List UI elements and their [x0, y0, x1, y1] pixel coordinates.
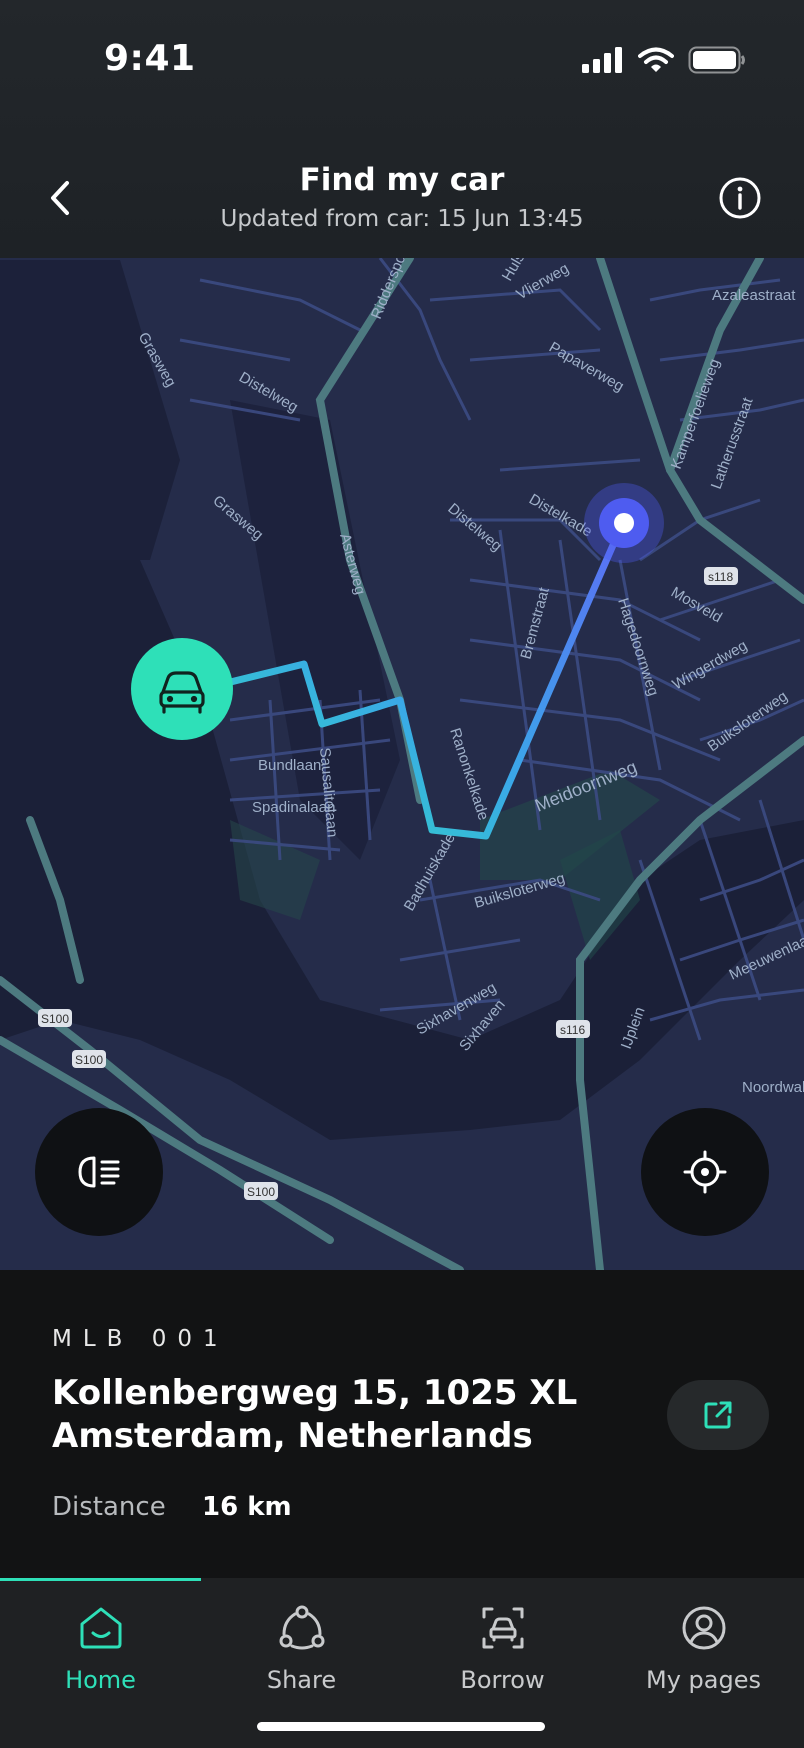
headlights-button[interactable]	[35, 1108, 163, 1236]
tab-my-pages[interactable]: My pages	[603, 1600, 804, 1710]
tab-share[interactable]: Share	[201, 1600, 402, 1710]
tab-home[interactable]: Home	[0, 1600, 201, 1710]
page-title: Find my car	[299, 162, 505, 198]
tab-my-pages-label: My pages	[646, 1666, 761, 1694]
address-line-1: Kollenbergweg 15, 1025 XL	[52, 1373, 578, 1413]
home-indicator[interactable]	[257, 1722, 545, 1731]
car-marker[interactable]	[131, 638, 233, 740]
address-line-2: Amsterdam, Netherlands	[52, 1416, 533, 1456]
distance-value: 16 km	[202, 1492, 292, 1522]
active-tab-indicator	[0, 1578, 201, 1581]
headlights-icon	[78, 1156, 120, 1188]
svg-text:s118: s118	[708, 570, 733, 584]
info-icon	[719, 177, 761, 219]
open-external-maps-button[interactable]	[667, 1380, 769, 1450]
header-bar: 9:41 Find my car Updated from car: 15 Ju…	[0, 0, 804, 258]
crosshair-icon	[683, 1150, 727, 1194]
user-location-marker	[584, 483, 664, 563]
share-icon	[279, 1605, 324, 1650]
info-button[interactable]	[712, 170, 768, 226]
svg-text:Bundlaan: Bundlaan	[258, 757, 321, 774]
distance-label: Distance	[52, 1492, 166, 1522]
user-icon	[682, 1606, 725, 1650]
tab-share-label: Share	[266, 1666, 337, 1694]
external-link-icon	[704, 1401, 732, 1429]
tab-home-label: Home	[65, 1666, 136, 1694]
svg-text:S100: S100	[75, 1053, 103, 1067]
car-location-panel: MLB 001 Kollenbergweg 15, 1025 XL Amster…	[0, 1270, 804, 1578]
tab-borrow[interactable]: Borrow	[402, 1600, 603, 1710]
svg-text:Noordwal: Noordwal	[742, 1079, 804, 1096]
recenter-location-button[interactable]	[641, 1108, 769, 1236]
svg-text:s116: s116	[560, 1023, 585, 1037]
car-address: Kollenbergweg 15, 1025 XL Amsterdam, Net…	[52, 1372, 612, 1458]
page-subtitle: Updated from car: 15 Jun 13:45	[220, 206, 584, 232]
license-plate: MLB 001	[52, 1326, 229, 1352]
status-time: 9:41	[104, 38, 196, 79]
home-icon	[80, 1607, 121, 1649]
cellular-signal-icon	[582, 47, 622, 73]
wifi-icon	[638, 47, 674, 72]
svg-text:Azaleastraat: Azaleastraat	[712, 287, 796, 304]
svg-text:S100: S100	[41, 1012, 69, 1026]
borrow-car-icon	[482, 1607, 523, 1649]
battery-icon	[688, 46, 745, 74]
tab-borrow-label: Borrow	[460, 1666, 545, 1694]
status-icons	[582, 46, 746, 74]
svg-text:S100: S100	[247, 1185, 275, 1199]
